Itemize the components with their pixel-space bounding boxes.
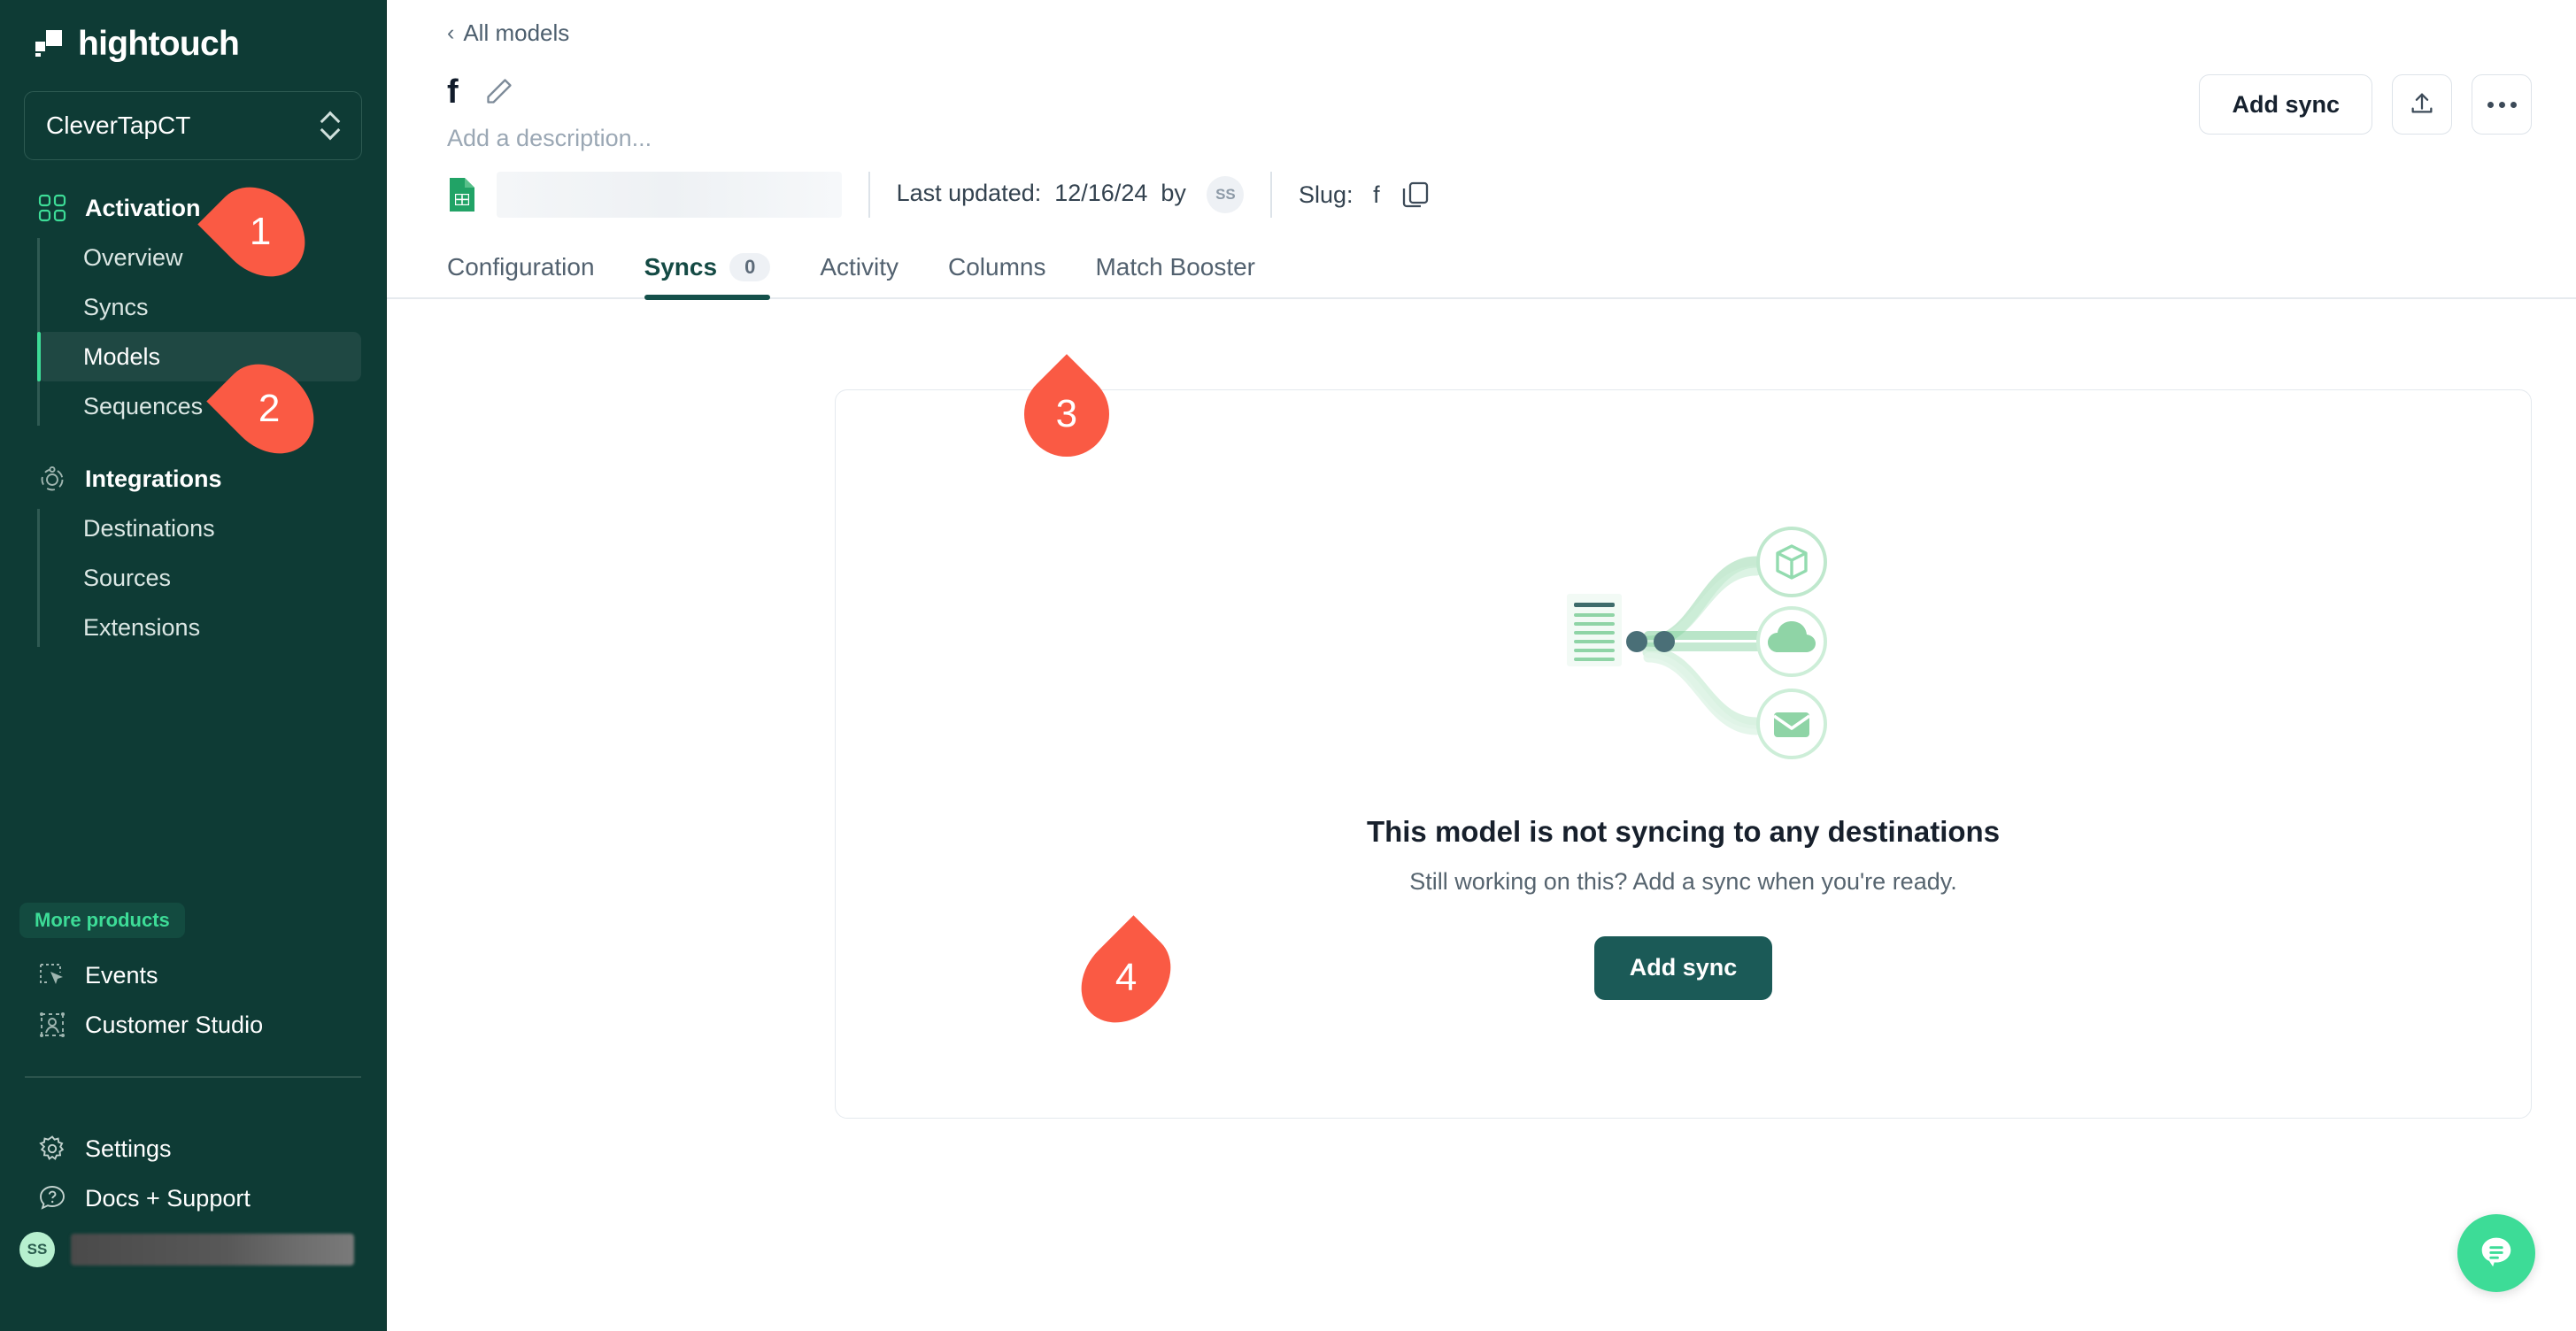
upload-icon xyxy=(2408,89,2436,120)
sidebar-item-label: Integrations xyxy=(85,465,222,492)
breadcrumb-label: All models xyxy=(463,19,570,46)
sidebar-item-models[interactable]: Models xyxy=(37,332,361,381)
sidebar-item-destinations[interactable]: Destinations xyxy=(37,504,361,553)
tab-bar: Configuration Syncs 0 Activity Columns M… xyxy=(387,218,2576,300)
sidebar-item-syncs[interactable]: Syncs xyxy=(37,282,361,332)
slug-label: Slug: xyxy=(1299,181,1354,208)
app-root: hightouch CleverTapCT Activation Overvie… xyxy=(0,0,2576,1331)
more-products-section: More products Events Customer Studio xyxy=(0,903,386,1078)
tab-columns[interactable]: Columns xyxy=(923,253,1070,299)
sidebar-item-docs-support[interactable]: Docs + Support xyxy=(12,1173,374,1223)
empty-state-card: This model is not syncing to any destina… xyxy=(835,389,2532,1119)
breadcrumb[interactable]: ‹ All models xyxy=(387,0,2576,47)
meta-divider xyxy=(1270,172,1273,218)
nav-section-activation: Activation Overview Syncs Models Sequenc… xyxy=(0,183,386,431)
workspace-name: CleverTapCT xyxy=(46,112,191,139)
customer-studio-icon xyxy=(37,1010,67,1040)
sync-flow-illustration xyxy=(1516,509,1852,774)
nav-section-integrations: Integrations Destinations Sources Extens… xyxy=(0,454,386,652)
tab-match-booster[interactable]: Match Booster xyxy=(1070,253,1280,299)
avatar: SS xyxy=(19,1232,55,1267)
add-sync-button-header[interactable]: Add sync xyxy=(2199,74,2372,135)
source-name-redacted[interactable] xyxy=(497,172,842,218)
tab-activity[interactable]: Activity xyxy=(795,253,923,299)
copy-icon[interactable] xyxy=(1400,179,1431,211)
sidebar-item-settings[interactable]: Settings xyxy=(12,1124,374,1173)
events-cursor-icon xyxy=(37,960,67,990)
empty-state-subtitle: Still working on this? Add a sync when y… xyxy=(1409,867,1957,895)
gear-icon xyxy=(37,1134,67,1164)
workspace-selector[interactable]: CleverTapCT xyxy=(24,91,362,160)
meta-row: Last updated: 12/16/24 by SS Slug: f xyxy=(387,152,2576,218)
sidebar-item-activation[interactable]: Activation xyxy=(12,183,374,233)
sidebar-item-label: Settings xyxy=(85,1135,172,1162)
empty-state-title: This model is not syncing to any destina… xyxy=(1366,814,2001,848)
syncs-count-badge: 0 xyxy=(729,253,771,281)
user-name-redacted xyxy=(71,1234,354,1266)
sidebar-item-label: Customer Studio xyxy=(85,1011,264,1038)
add-sync-button[interactable]: Add sync xyxy=(1593,935,1773,1000)
brand-logo[interactable]: hightouch xyxy=(0,0,386,67)
slug: Slug: f xyxy=(1299,181,1380,209)
hightouch-logo-icon xyxy=(34,28,64,58)
sidebar-footer: Settings Docs + Support SS xyxy=(0,1124,386,1276)
user-menu[interactable]: SS xyxy=(0,1223,386,1276)
meta-divider xyxy=(868,172,870,218)
annotation-marker-4: 4 xyxy=(1063,915,1189,1041)
main-content: ‹ All models f Add a description... Last… xyxy=(387,0,2576,1331)
last-updated-label: Last updated: xyxy=(896,180,1042,207)
updated-by-avatar: SS xyxy=(1207,176,1245,213)
slug-value: f xyxy=(1373,181,1380,208)
by-label: by xyxy=(1161,180,1186,207)
upload-button[interactable] xyxy=(2392,74,2452,135)
sidebar: hightouch CleverTapCT Activation Overvie… xyxy=(0,0,387,1331)
description-input[interactable]: Add a description... xyxy=(447,125,652,151)
subnav-integrations: Destinations Sources Extensions xyxy=(37,504,386,652)
chat-bubble-icon xyxy=(2476,1231,2517,1276)
page-title: f xyxy=(447,73,459,111)
tab-syncs[interactable]: Syncs 0 xyxy=(620,253,796,300)
sidebar-item-overview[interactable]: Overview xyxy=(37,233,361,282)
chat-button[interactable] xyxy=(2457,1214,2535,1292)
sidebar-item-extensions[interactable]: Extensions xyxy=(37,603,361,652)
sidebar-item-integrations[interactable]: Integrations xyxy=(12,454,374,504)
google-sheets-icon xyxy=(447,176,477,213)
sidebar-item-label: Activation xyxy=(85,194,201,221)
question-bubble-icon xyxy=(37,1183,67,1213)
last-updated-date: 12/16/24 xyxy=(1054,180,1148,207)
sidebar-item-label: Docs + Support xyxy=(85,1184,251,1212)
sidebar-item-customer-studio[interactable]: Customer Studio xyxy=(12,1000,374,1050)
grid-squares-icon xyxy=(37,193,67,223)
tab-configuration[interactable]: Configuration xyxy=(447,253,620,299)
chevron-left-icon: ‹ xyxy=(447,20,455,45)
orbit-icon xyxy=(37,464,67,494)
ellipsis-icon xyxy=(2487,101,2517,108)
sidebar-item-events[interactable]: Events xyxy=(12,950,374,1000)
sidebar-item-label: Events xyxy=(85,961,158,989)
more-products-badge: More products xyxy=(19,903,185,938)
top-actions: Add sync xyxy=(2199,74,2532,135)
more-options-button[interactable] xyxy=(2472,74,2532,135)
sidebar-divider xyxy=(25,1076,361,1078)
sidebar-item-sources[interactable]: Sources xyxy=(37,553,361,603)
brand-name: hightouch xyxy=(78,24,240,63)
last-updated: Last updated: 12/16/24 by SS xyxy=(897,176,1245,213)
pencil-icon[interactable] xyxy=(482,75,515,109)
chevron-up-down-icon xyxy=(320,111,340,141)
